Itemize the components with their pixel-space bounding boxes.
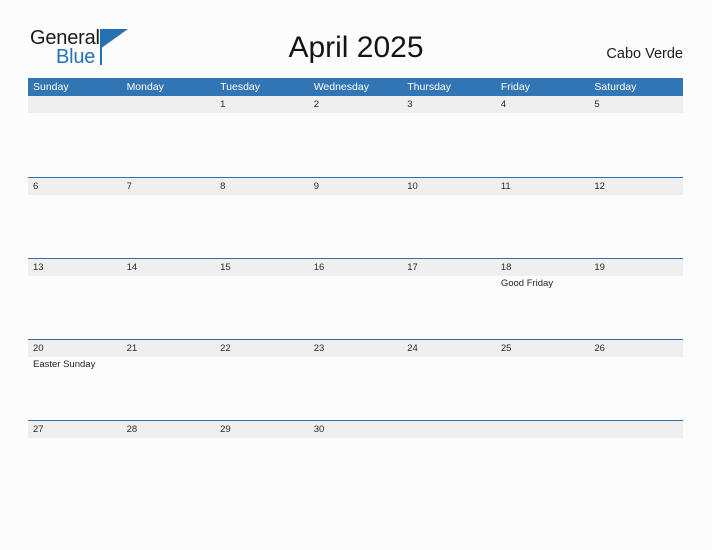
day-number: 1 [220,99,226,110]
day-number [594,421,683,438]
day-number: 25 [500,343,512,354]
day-cell[interactable]: 15 [215,259,309,339]
day-number: 7 [126,181,132,192]
day-cell[interactable]: 8 [215,178,309,258]
day-events: Good Friday [501,276,590,290]
day-number: 13 [33,262,44,273]
weekday-header-wednesday: Wednesday [313,81,369,93]
calendar-week-row: 13 14 15 16 17 18 Good Friday 19 [28,258,683,339]
day-cell-empty [28,96,122,177]
day-number [407,421,496,438]
day-cell[interactable]: 14 [122,259,216,339]
day-cell[interactable]: 9 [309,178,403,258]
day-cell[interactable]: 26 [589,340,683,420]
day-number: 29 [220,424,231,435]
day-cell[interactable]: 12 [589,178,683,258]
day-cell-empty [496,421,590,501]
day-number: 17 [407,262,418,273]
day-cell-empty [589,421,683,501]
day-cell[interactable]: 16 [309,259,403,339]
day-number: 27 [33,424,44,435]
day-number: 11 [500,181,511,192]
day-cell[interactable]: 4 [496,96,590,177]
day-cell-empty [402,421,496,501]
day-cell[interactable]: 28 [122,421,216,501]
day-number: 22 [220,343,231,354]
day-number: 18 [500,262,512,273]
day-cell[interactable]: 20 Easter Sunday [28,340,122,420]
day-number: 15 [220,262,231,273]
weekday-header-friday: Friday [500,81,530,93]
day-cell[interactable]: 23 [309,340,403,420]
week-cells: 6 7 8 9 10 11 12 [28,178,683,258]
week-cells: 1 2 3 4 5 [28,96,683,177]
day-cell[interactable]: 29 [215,421,309,501]
calendar-page: General Blue April 2025 Cabo Verde Sunda… [0,0,712,550]
day-number: 9 [313,181,319,192]
day-cell[interactable]: 10 [402,178,496,258]
holiday-event-label: Good Friday [500,278,554,289]
calendar-week-row: 6 7 8 9 10 11 12 [28,177,683,258]
calendar-weeks: 1 2 3 4 5 6 7 8 9 10 11 12 13 14 15 16 17 18 Good Friday 19… [28,96,683,501]
day-number: 3 [407,99,413,110]
weekday-header-tuesday: Tuesday [220,81,261,93]
week-cells: 27 28 29 30 [28,421,683,501]
day-cell[interactable]: 17 [402,259,496,339]
day-number: 30 [313,424,325,435]
day-number: 26 [594,343,605,354]
day-number: 14 [126,262,138,273]
day-cell[interactable]: 1 [215,96,309,177]
day-number: 10 [407,181,418,192]
weekday-header-row: Sunday Monday Tuesday Wednesday Thursday… [28,78,683,96]
day-number: 24 [407,343,418,354]
day-cell[interactable]: 5 [589,96,683,177]
day-cell[interactable]: 22 [215,340,309,420]
day-number: 28 [126,424,138,435]
day-cell[interactable]: 27 [28,421,122,501]
day-number: 19 [594,262,605,273]
day-cell[interactable]: 21 [122,340,216,420]
day-cell[interactable]: 13 [28,259,122,339]
day-number: 5 [594,99,600,110]
week-cells: 13 14 15 16 17 18 Good Friday 19 [28,259,683,339]
day-number: 16 [313,262,325,273]
day-number: 6 [33,181,39,192]
weekday-header-thursday: Thursday [407,81,452,93]
day-cell[interactable]: 24 [402,340,496,420]
country-label: Cabo Verde [606,46,683,62]
day-cell-empty [122,96,216,177]
day-cell[interactable]: 2 [309,96,403,177]
day-events: Easter Sunday [33,357,122,371]
day-cell[interactable]: 6 [28,178,122,258]
calendar-week-row: 27 28 29 30 [28,420,683,501]
day-cell[interactable]: 11 [496,178,590,258]
day-cell[interactable]: 3 [402,96,496,177]
calendar-week-row: 1 2 3 4 5 [28,96,683,177]
day-cell[interactable]: 18 Good Friday [496,259,590,339]
page-header: General Blue April 2025 Cabo Verde [0,0,712,76]
day-number [501,421,590,438]
calendar-week-row: 20 Easter Sunday 21 22 23 24 25 26 [28,339,683,420]
day-number: 21 [126,343,138,354]
day-number: 8 [220,181,226,192]
calendar-grid: Sunday Monday Tuesday Wednesday Thursday… [28,78,683,501]
weekday-header-monday: Monday [126,81,164,93]
day-cell[interactable]: 19 [589,259,683,339]
day-number [33,96,122,113]
day-number: 2 [313,99,319,110]
holiday-event-label: Easter Sunday [33,359,96,370]
weekday-header-sunday: Sunday [33,81,69,93]
day-number: 23 [313,343,325,354]
day-cell[interactable]: 7 [122,178,216,258]
week-cells: 20 Easter Sunday 21 22 23 24 25 26 [28,340,683,420]
day-number [127,96,216,113]
page-title: April 2025 [288,31,424,64]
day-number: 20 [33,343,44,354]
day-cell[interactable]: 25 [496,340,590,420]
day-number: 4 [500,99,507,110]
day-number: 12 [594,181,605,192]
weekday-header-saturday: Saturday [594,81,637,93]
day-cell[interactable]: 30 [309,421,403,501]
